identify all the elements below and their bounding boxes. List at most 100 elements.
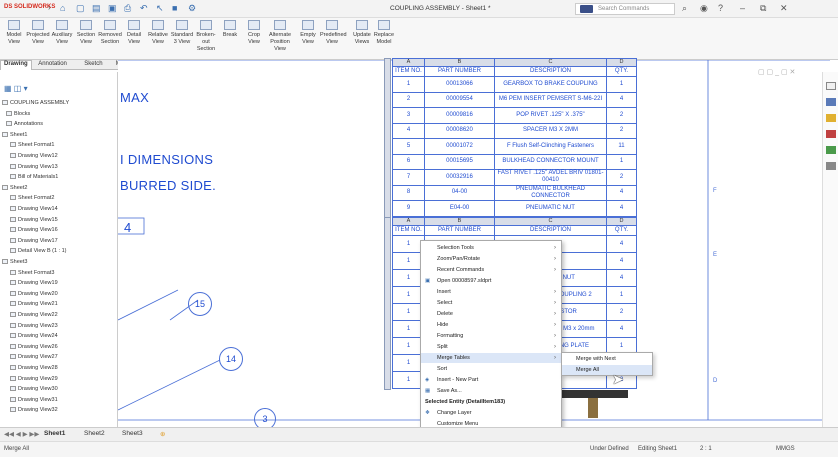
table-cell[interactable]: SPACER M3 X 2MM	[494, 122, 607, 139]
row-header-strip[interactable]	[384, 217, 391, 390]
table-cell[interactable]: 7	[392, 169, 425, 186]
table-cell[interactable]: 2	[392, 91, 425, 108]
tree-toolbar-icons[interactable]: ▦ ◫ ▾	[4, 84, 28, 93]
table-cell[interactable]: 2	[606, 122, 637, 139]
table-cell[interactable]: 4	[606, 184, 637, 201]
tree-item-sheet3[interactable]: Sheet3	[2, 259, 27, 265]
select-icon[interactable]: ↖	[156, 3, 164, 14]
close-icon[interactable]: ✕	[780, 3, 788, 14]
table-cell[interactable]: PNEUMATIC NUT	[494, 200, 607, 217]
table-cell[interactable]: 1	[606, 76, 637, 93]
ribbon-button-predefined-view[interactable]: Predefined View	[320, 20, 347, 46]
ribbon-button-crop-view[interactable]: Crop View	[242, 20, 266, 46]
restore-icon[interactable]: ⧉	[760, 3, 766, 14]
print-icon[interactable]: ⎙	[124, 3, 131, 14]
tree-item-annotations[interactable]: Annotations	[6, 121, 43, 127]
table-cell[interactable]: 00015695	[424, 153, 495, 170]
file-explorer-icon[interactable]	[826, 114, 836, 122]
table-row[interactable]: 1 00013066 GEARBOX TO BRAKE COUPLING 1	[392, 76, 637, 93]
table-cell[interactable]: M6 PEM INSERT PEMSERT S-M6-22I	[494, 91, 607, 108]
table-row[interactable]: 2 00009554 M6 PEM INSERT PEMSERT S-M6-22I 4	[392, 91, 637, 108]
user-icon[interactable]: ◉	[700, 3, 708, 14]
table-row[interactable]: 5 00001072 F Flush Self-Clinching Fastener…	[392, 138, 637, 155]
ribbon-button-update-views[interactable]: Update Views	[350, 20, 374, 46]
table-cell[interactable]: 8	[392, 184, 425, 201]
search-icon[interactable]: ⌕	[682, 3, 687, 14]
ribbon-button-standard-3-view[interactable]: Standard 3 View	[170, 20, 194, 46]
column-header[interactable]: ITEM NO.	[392, 66, 425, 77]
sheet-tab-1[interactable]: Sheet1	[44, 430, 65, 437]
ribbon-button-relative-view[interactable]: Relative View	[146, 20, 170, 46]
column-letter[interactable]: B	[424, 217, 495, 226]
menu-item-selection-tools[interactable]: Selection Tools ›	[421, 243, 561, 253]
tree-item-sheet2[interactable]: Sheet2	[2, 185, 27, 191]
column-header[interactable]: QTY.	[606, 66, 637, 77]
tree-item-drawing-view16[interactable]: Drawing View16	[10, 227, 58, 233]
menu-item-select[interactable]: Select ›	[421, 298, 561, 308]
column-header[interactable]: PART NUMBER	[424, 225, 495, 236]
table-cell[interactable]: 1	[392, 76, 425, 93]
menu-item-insert-new-part[interactable]: ◈ Insert - New Part	[421, 375, 561, 385]
table-row[interactable]: 3 00009816 POP RIVET .125" X .375" 2	[392, 107, 637, 124]
tree-item-drawing-view22[interactable]: Drawing View22	[10, 312, 58, 318]
tab-annotation[interactable]: Annotation	[35, 61, 70, 67]
table-cell[interactable]: 4	[606, 200, 637, 217]
view-palette-icon[interactable]	[826, 130, 836, 138]
save-icon[interactable]: ▣	[108, 3, 117, 14]
tree-item-drawing-view28[interactable]: Drawing View28	[10, 365, 58, 371]
ribbon-button-break[interactable]: Break	[218, 20, 242, 39]
table-cell[interactable]: 4	[606, 91, 637, 108]
tree-item-coupling-assembly[interactable]: COUPLING ASSEMBLY	[2, 100, 69, 106]
tree-item-drawing-view20[interactable]: Drawing View20	[10, 291, 58, 297]
new-icon[interactable]: ▢	[76, 3, 85, 14]
ribbon-button-removed-section[interactable]: Removed Section	[98, 20, 122, 46]
table-cell[interactable]: 04-00	[424, 184, 495, 201]
status-scale[interactable]: 2 : 1	[700, 446, 712, 452]
tree-item-drawing-view13[interactable]: Drawing View13	[10, 164, 58, 170]
table-cell[interactable]: 00001072	[424, 138, 495, 155]
row-header-strip[interactable]	[384, 58, 391, 218]
tree-item-drawing-view21[interactable]: Drawing View21	[10, 301, 58, 307]
column-letter[interactable]: C	[494, 58, 607, 67]
search-commands[interactable]: Search Commands	[575, 3, 675, 15]
sheet-tab-2[interactable]: Sheet2	[84, 430, 105, 437]
table-row[interactable]: 8 04-00 PNEUMATIC BULKHEAD CONNECTOR 4	[392, 184, 637, 201]
ribbon-button-projected-view[interactable]: Projected View	[26, 20, 50, 46]
table-cell[interactable]: 00009816	[424, 107, 495, 124]
ribbon-button-model-view[interactable]: Model View	[2, 20, 26, 46]
table-cell[interactable]: 4	[606, 320, 637, 338]
tree-item-drawing-view17[interactable]: Drawing View17	[10, 238, 58, 244]
tab-drawing[interactable]: Drawing	[0, 60, 32, 70]
options-icon[interactable]: ⚙	[188, 3, 196, 14]
help-icon[interactable]: ?	[718, 3, 723, 13]
menu-item-change-layer[interactable]: ❖ Change Layer	[421, 408, 561, 418]
menu-item-sort[interactable]: Sort	[421, 364, 561, 374]
table-cell[interactable]: 4	[606, 269, 637, 287]
tree-item-drawing-view30[interactable]: Drawing View30	[10, 386, 58, 392]
menu-item-zoom-pan-rotate[interactable]: Zoom/Pan/Rotate ›	[421, 254, 561, 264]
tree-item-drawing-view19[interactable]: Drawing View19	[10, 280, 58, 286]
tree-item-detail-view-b-1-1-[interactable]: Detail View B (1 : 1)	[10, 248, 67, 254]
menu-item-open-00008597-sldprt[interactable]: ▣ Open 00008597.sldprt	[421, 276, 561, 286]
table-cell[interactable]: BULKHEAD CONNECTOR MOUNT	[494, 153, 607, 170]
table-cell[interactable]: 1	[606, 153, 637, 170]
status-units[interactable]: MMGS	[776, 446, 795, 452]
column-letter[interactable]: A	[392, 217, 425, 226]
table-row[interactable]: 4 00008620 SPACER M3 X 2MM 2	[392, 122, 637, 139]
open-icon[interactable]: ▤	[92, 3, 101, 14]
menu-item-save-as[interactable]: ▦ Save As...	[421, 386, 561, 396]
tree-item-drawing-view31[interactable]: Drawing View31	[10, 397, 58, 403]
tab-sketch[interactable]: Sketch	[81, 61, 105, 67]
table-cell[interactable]: 6	[392, 153, 425, 170]
note-text-max[interactable]: MAX	[120, 90, 149, 105]
menu-arrow-icon[interactable]: ›	[48, 3, 51, 12]
menu-item-split[interactable]: Split ›	[421, 342, 561, 352]
ribbon-button-alternate-position-view[interactable]: Alternate Position View	[268, 20, 292, 53]
table-row[interactable]: 6 00015695 BULKHEAD CONNECTOR MOUNT 1	[392, 153, 637, 170]
table-cell[interactable]: 4	[606, 235, 637, 253]
column-header[interactable]: QTY.	[606, 225, 637, 236]
custom-properties-icon[interactable]	[826, 162, 836, 170]
table-cell[interactable]: 00009554	[424, 91, 495, 108]
ribbon-button-empty-view[interactable]: Empty View	[296, 20, 320, 46]
resources-icon[interactable]	[826, 82, 836, 90]
